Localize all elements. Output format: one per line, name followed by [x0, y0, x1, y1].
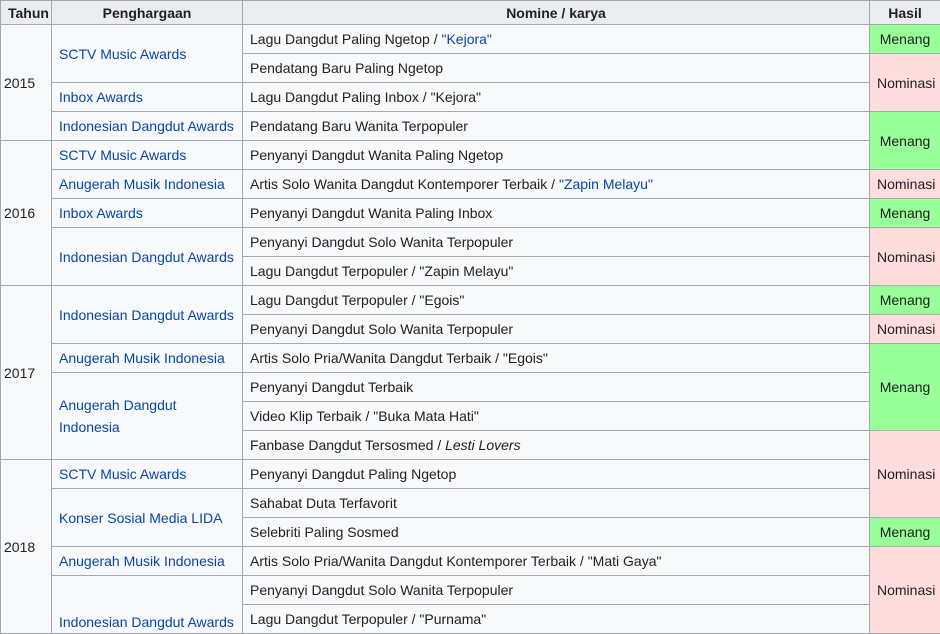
award-link[interactable]: Anugerah Musik Indonesia — [52, 170, 243, 199]
year-cell: 2017 — [1, 286, 52, 460]
header-year: Tahun — [1, 1, 52, 25]
award-link[interactable]: Indonesian Dangdut Awards — [52, 112, 243, 141]
result-cell: Nominasi — [870, 431, 940, 518]
work-text: Lesti Lovers — [445, 437, 520, 453]
nominee-cell: Penyanyi Dangdut Terbaik — [243, 373, 870, 402]
category-text: Fanbase Dangdut Tersosmed — [250, 437, 433, 453]
award-link[interactable]: Anugerah Musik Indonesia — [52, 344, 243, 373]
header-award: Penghargaan — [52, 1, 243, 25]
table-row: Indonesian Dangdut Awards Pendatang Baru… — [1, 112, 940, 141]
result-cell: Menang — [870, 25, 940, 54]
table-row: 2016 SCTV Music Awards Penyanyi Dangdut … — [1, 141, 940, 170]
nominee-cell: Selebriti Paling Sosmed — [243, 518, 870, 547]
header-row: Tahun Penghargaan Nomine / karya Hasil — [1, 1, 940, 25]
result-cell: Nominasi — [870, 170, 940, 199]
table-row: Indonesian Dangdut Awards Penyanyi Dangd… — [1, 228, 940, 257]
award-link[interactable]: Inbox Awards — [52, 83, 243, 112]
nominee-cell: Artis Solo Pria/Wanita Dangdut Kontempor… — [243, 547, 870, 576]
table-row: Anugerah Dangdut Indonesia Penyanyi Dang… — [1, 373, 940, 402]
nominee-cell: Fanbase Dangdut Tersosmed / Lesti Lovers — [243, 431, 870, 460]
nominee-cell: Lagu Dangdut Terpopuler / "Zapin Melayu" — [243, 257, 870, 286]
award-link[interactable]: SCTV Music Awards — [52, 460, 243, 489]
table-row: Anugerah Musik Indonesia Artis Solo Pria… — [1, 344, 940, 373]
nominee-cell: Penyanyi Dangdut Wanita Paling Ngetop — [243, 141, 870, 170]
awards-table: Tahun Penghargaan Nomine / karya Hasil 2… — [0, 0, 940, 634]
table-row: Indonesian Dangdut Awards Penyanyi Dangd… — [1, 576, 940, 605]
category-text: Lagu Dangdut Paling Ngetop — [250, 31, 430, 47]
table-row: Konser Sosial Media LIDA Sahabat Duta Te… — [1, 489, 940, 518]
result-cell: Nominasi — [870, 54, 940, 112]
nominee-cell: Penyanyi Dangdut Solo Wanita Terpopuler — [243, 576, 870, 605]
result-cell: Menang — [870, 199, 940, 228]
table-row: 2018 SCTV Music Awards Penyanyi Dangdut … — [1, 460, 940, 489]
year-cell: 2016 — [1, 141, 52, 286]
nominee-cell: Pendatang Baru Paling Ngetop — [243, 54, 870, 83]
separator: / — [547, 176, 559, 192]
separator: / — [430, 31, 442, 47]
award-link[interactable]: Indonesian Dangdut Awards — [52, 286, 243, 344]
nominee-cell: Penyanyi Dangdut Solo Wanita Terpopuler — [243, 315, 870, 344]
table-row: Inbox Awards Lagu Dangdut Paling Inbox /… — [1, 83, 940, 112]
year-cell: 2018 — [1, 460, 52, 634]
nominee-cell: Lagu Dangdut Paling Inbox / "Kejora" — [243, 83, 870, 112]
table-row: 2017 Indonesian Dangdut Awards Lagu Dang… — [1, 286, 940, 315]
award-link[interactable]: Konser Sosial Media LIDA — [52, 489, 243, 547]
nominee-cell: Lagu Dangdut Terpopuler / "Purnama" — [243, 605, 870, 634]
nominee-cell: Pendatang Baru Wanita Terpopuler — [243, 112, 870, 141]
work-link[interactable]: "Zapin Melayu" — [559, 176, 653, 192]
nominee-cell: Video Klip Terbaik / "Buka Mata Hati" — [243, 402, 870, 431]
nominee-cell: Artis Solo Wanita Dangdut Kontemporer Te… — [243, 170, 870, 199]
award-link[interactable]: Indonesian Dangdut Awards — [52, 228, 243, 286]
table-row: Inbox Awards Penyanyi Dangdut Wanita Pal… — [1, 199, 940, 228]
award-link[interactable]: Indonesian Dangdut Awards — [52, 576, 243, 634]
result-cell: Nominasi — [870, 547, 940, 634]
award-link[interactable]: Inbox Awards — [52, 199, 243, 228]
header-result: Hasil — [870, 1, 940, 25]
result-cell: Menang — [870, 112, 940, 170]
work-link[interactable]: "Kejora" — [441, 31, 491, 47]
result-cell: Nominasi — [870, 228, 940, 286]
result-cell: Menang — [870, 286, 940, 315]
year-cell: 2015 — [1, 25, 52, 141]
nominee-cell: Penyanyi Dangdut Solo Wanita Terpopuler — [243, 228, 870, 257]
nominee-cell: Penyanyi Dangdut Wanita Paling Inbox — [243, 199, 870, 228]
nominee-cell: Sahabat Duta Terfavorit — [243, 489, 870, 518]
award-link[interactable]: SCTV Music Awards — [52, 141, 243, 170]
award-link[interactable]: Anugerah Dangdut Indonesia — [52, 373, 243, 460]
award-link[interactable]: SCTV Music Awards — [52, 25, 243, 83]
nominee-cell: Lagu Dangdut Paling Ngetop / "Kejora" — [243, 25, 870, 54]
result-cell: Menang — [870, 518, 940, 547]
separator: / — [433, 437, 445, 453]
result-cell: Menang — [870, 344, 940, 431]
nominee-cell: Penyanyi Dangdut Paling Ngetop — [243, 460, 870, 489]
nominee-cell: Lagu Dangdut Terpopuler / "Egois" — [243, 286, 870, 315]
award-link[interactable]: Anugerah Musik Indonesia — [52, 547, 243, 576]
header-nominee: Nomine / karya — [243, 1, 870, 25]
category-text: Artis Solo Wanita Dangdut Kontemporer Te… — [250, 176, 547, 192]
result-cell: Nominasi — [870, 315, 940, 344]
nominee-cell: Artis Solo Pria/Wanita Dangdut Terbaik /… — [243, 344, 870, 373]
table-row: Anugerah Musik Indonesia Artis Solo Wani… — [1, 170, 940, 199]
table-row: 2015 SCTV Music Awards Lagu Dangdut Pali… — [1, 25, 940, 54]
table-row: Anugerah Musik Indonesia Artis Solo Pria… — [1, 547, 940, 576]
